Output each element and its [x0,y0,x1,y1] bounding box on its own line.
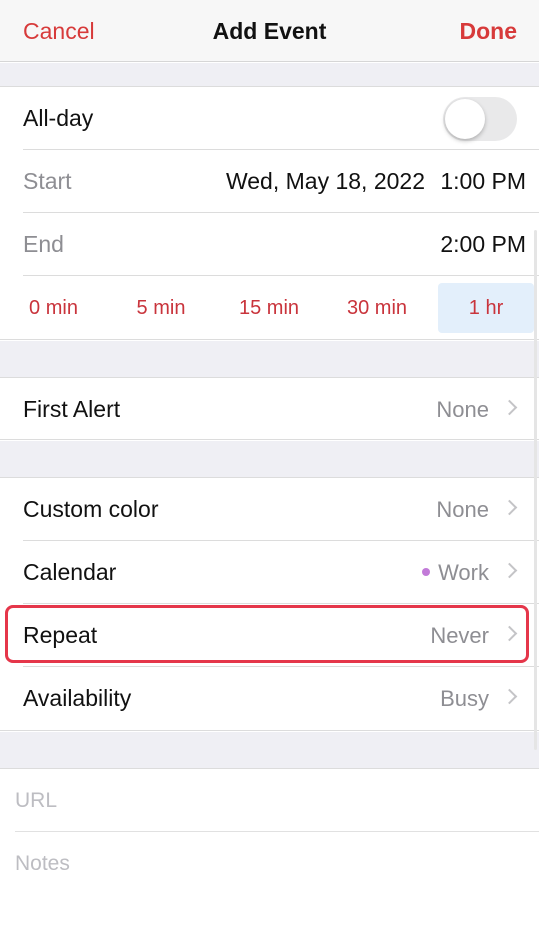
calendar-color-dot-icon [422,568,431,577]
section-gap [0,441,539,477]
allday-toggle[interactable] [443,97,517,141]
chevron-right-icon [501,625,518,642]
start-row[interactable]: Start Wed, May 18, 2022 1:00 PM [0,150,539,213]
repeat-value: Never [430,623,489,648]
toggle-knob [445,99,485,139]
calendar-value-wrap: Work [422,541,489,604]
notes-section: URL Notes [0,768,539,930]
calendar-value: Work [438,560,489,585]
start-label: Start [23,168,72,194]
options-section: Custom color None Calendar Work Repeat N… [0,477,539,731]
chevron-right-icon [501,499,518,516]
nav-bar: Add Event Cancel Done [0,0,539,62]
duration-option-1-hr[interactable]: 1 hr [438,283,534,333]
duration-option-5-min[interactable]: 5 min [107,283,215,333]
end-time[interactable]: 2:00 PM [440,213,526,276]
allday-row: All-day [0,87,539,150]
start-time[interactable]: 1:00 PM [440,150,526,213]
notes-placeholder: Notes [15,852,70,875]
scrollbar[interactable] [534,230,537,750]
availability-value: Busy [440,686,489,711]
duration-picker: 0 min 5 min 15 min 30 min 1 hr [0,276,539,339]
chevron-right-icon [501,562,518,579]
cancel-button[interactable]: Cancel [23,0,95,62]
end-label: End [23,231,64,257]
allday-label: All-day [23,105,94,131]
notes-field[interactable]: Notes [0,832,539,895]
duration-option-0-min[interactable]: 0 min [0,283,107,333]
first-alert-row[interactable]: First Alert None [0,378,539,441]
done-button[interactable]: Done [460,0,518,62]
section-gap [0,341,539,377]
event-time-section: All-day Start Wed, May 18, 2022 1:00 PM … [0,86,539,340]
start-date[interactable]: Wed, May 18, 2022 [226,150,425,213]
availability-label: Availability [23,685,132,711]
repeat-label: Repeat [23,622,98,648]
section-gap [0,63,539,86]
duration-option-30-min[interactable]: 30 min [323,283,431,333]
calendar-label: Calendar [23,559,117,585]
repeat-row[interactable]: Repeat Never [0,604,539,667]
first-alert-value: None [436,397,489,422]
availability-row[interactable]: Availability Busy [0,667,539,730]
chevron-right-icon [501,688,518,705]
custom-color-value: None [436,497,489,522]
duration-option-15-min[interactable]: 15 min [215,283,323,333]
custom-color-label: Custom color [23,496,159,522]
custom-color-row[interactable]: Custom color None [0,478,539,541]
alert-section: First Alert None [0,377,539,440]
section-gap [0,732,539,768]
first-alert-label: First Alert [23,396,121,422]
url-field[interactable]: URL [0,769,539,832]
url-placeholder: URL [15,789,58,812]
chevron-right-icon [501,399,518,416]
calendar-row[interactable]: Calendar Work [0,541,539,604]
end-row[interactable]: End 2:00 PM [0,213,539,276]
